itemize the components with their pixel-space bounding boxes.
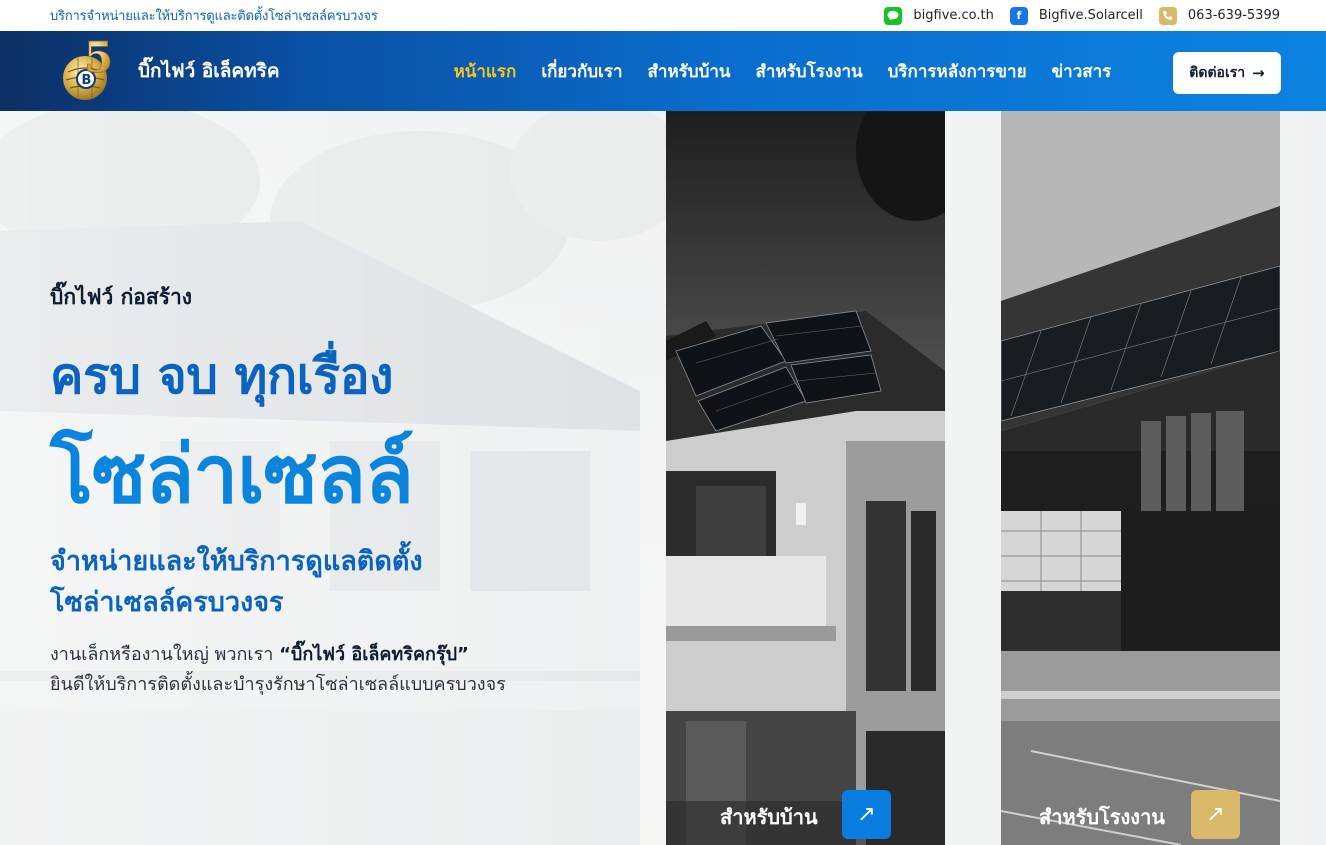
nav-item-factory[interactable]: สำหรับโรงงาน xyxy=(756,58,863,85)
hero-subheadline-line-2: โซล่าเซลล์ครบวงจร xyxy=(50,587,284,618)
brand-name: บิ๊กไฟว์ อิเล็คทริค xyxy=(138,60,280,82)
brand-logo: B 5 xyxy=(56,33,122,104)
top-bar: บริการจำหน่ายและให้บริการดูและติดตั้งโซล… xyxy=(0,0,1326,31)
residential-card[interactable]: สำหรับบ้าน ↗ xyxy=(666,111,945,845)
svg-text:5: 5 xyxy=(84,38,113,82)
arrow-up-right-icon[interactable]: ↗ xyxy=(842,790,891,839)
nav-item-residential[interactable]: สำหรับบ้าน xyxy=(648,58,731,85)
hero-section: บิ๊กไฟว์ ก่อสร้าง ครบ จบ ทุกเรื่อง โซล่า… xyxy=(0,111,1326,845)
factory-card-label: สำหรับโรงงาน xyxy=(1039,805,1165,829)
contact-us-label: ติดต่อเรา xyxy=(1189,65,1246,81)
contact-facebook-label: Bigfive.Solarcell xyxy=(1038,8,1143,23)
hero-subheadline-line-1: จำหน่ายและให้บริการดูแลติดตั้ง xyxy=(50,546,423,577)
nav-menu: หน้าแรก เกี่ยวกับเรา สำหรับบ้าน สำหรับโร… xyxy=(454,58,1137,85)
contact-facebook[interactable]: f Bigfive.Solarcell xyxy=(1009,6,1143,25)
nav-item-after-sales[interactable]: บริการหลังการขาย xyxy=(888,58,1027,85)
contact-line-label: bigfive.co.th xyxy=(913,8,994,23)
arrow-right-icon: → xyxy=(1252,64,1265,82)
hero-description-line-2: ยินดีให้บริการติดตั้งและบำรุงรักษาโซล่าเ… xyxy=(50,674,506,695)
nav-item-home[interactable]: หน้าแรก xyxy=(454,58,517,85)
hero-description-line-1: งานเล็กหรืองานใหญ่ พวกเรา “บิ๊กไฟว์ อิเล… xyxy=(50,640,506,670)
main-navbar: B 5 บิ๊กไฟว์ อิเล็คทริค หน้าแรก เกี่ยวกั… xyxy=(0,31,1326,111)
brand[interactable]: B 5 บิ๊กไฟว์ อิเล็คทริค xyxy=(56,33,280,104)
residential-card-label: สำหรับบ้าน xyxy=(720,805,818,829)
facebook-icon: f xyxy=(1009,6,1028,25)
factory-building-photo xyxy=(1001,111,1280,845)
contact-phone-label: 063-639-5399 xyxy=(1187,8,1280,23)
hero-description-brand: “บิ๊กไฟว์ อิเล็คทริคกรุ๊ป” xyxy=(279,644,469,665)
hero-description-prefix: งานเล็กหรืองานใหญ่ พวกเรา xyxy=(50,644,280,665)
nav-item-news[interactable]: ข่าวสาร xyxy=(1052,58,1112,85)
topbar-contacts: bigfive.co.th f Bigfive.Solarcell 063-63… xyxy=(868,6,1280,25)
nav-item-about[interactable]: เกี่ยวกับเรา xyxy=(541,58,622,85)
contact-phone[interactable]: 063-639-5399 xyxy=(1158,6,1280,25)
line-icon xyxy=(884,6,903,25)
arrow-up-right-icon[interactable]: ↗ xyxy=(1191,790,1240,839)
topbar-tagline: บริการจำหน่ายและให้บริการดูและติดตั้งโซล… xyxy=(50,9,378,24)
contact-us-button[interactable]: ติดต่อเรา → xyxy=(1173,52,1281,94)
contact-line[interactable]: bigfive.co.th xyxy=(884,6,994,25)
hero-subheadline: จำหน่ายและให้บริการดูแลติดตั้ง โซล่าเซลล… xyxy=(50,541,423,623)
hero-description: งานเล็กหรืองานใหญ่ พวกเรา “บิ๊กไฟว์ อิเล… xyxy=(50,640,506,700)
hero-headline-primary: ครบ จบ ทุกเรื่อง xyxy=(50,347,394,405)
factory-card[interactable]: สำหรับโรงงาน ↗ xyxy=(1001,111,1280,845)
hero-headline-secondary: โซล่าเซลล์ xyxy=(50,428,414,521)
hero-eyebrow: บิ๊กไฟว์ ก่อสร้าง xyxy=(50,285,193,309)
phone-icon xyxy=(1158,6,1177,25)
residential-house-photo xyxy=(666,111,945,845)
